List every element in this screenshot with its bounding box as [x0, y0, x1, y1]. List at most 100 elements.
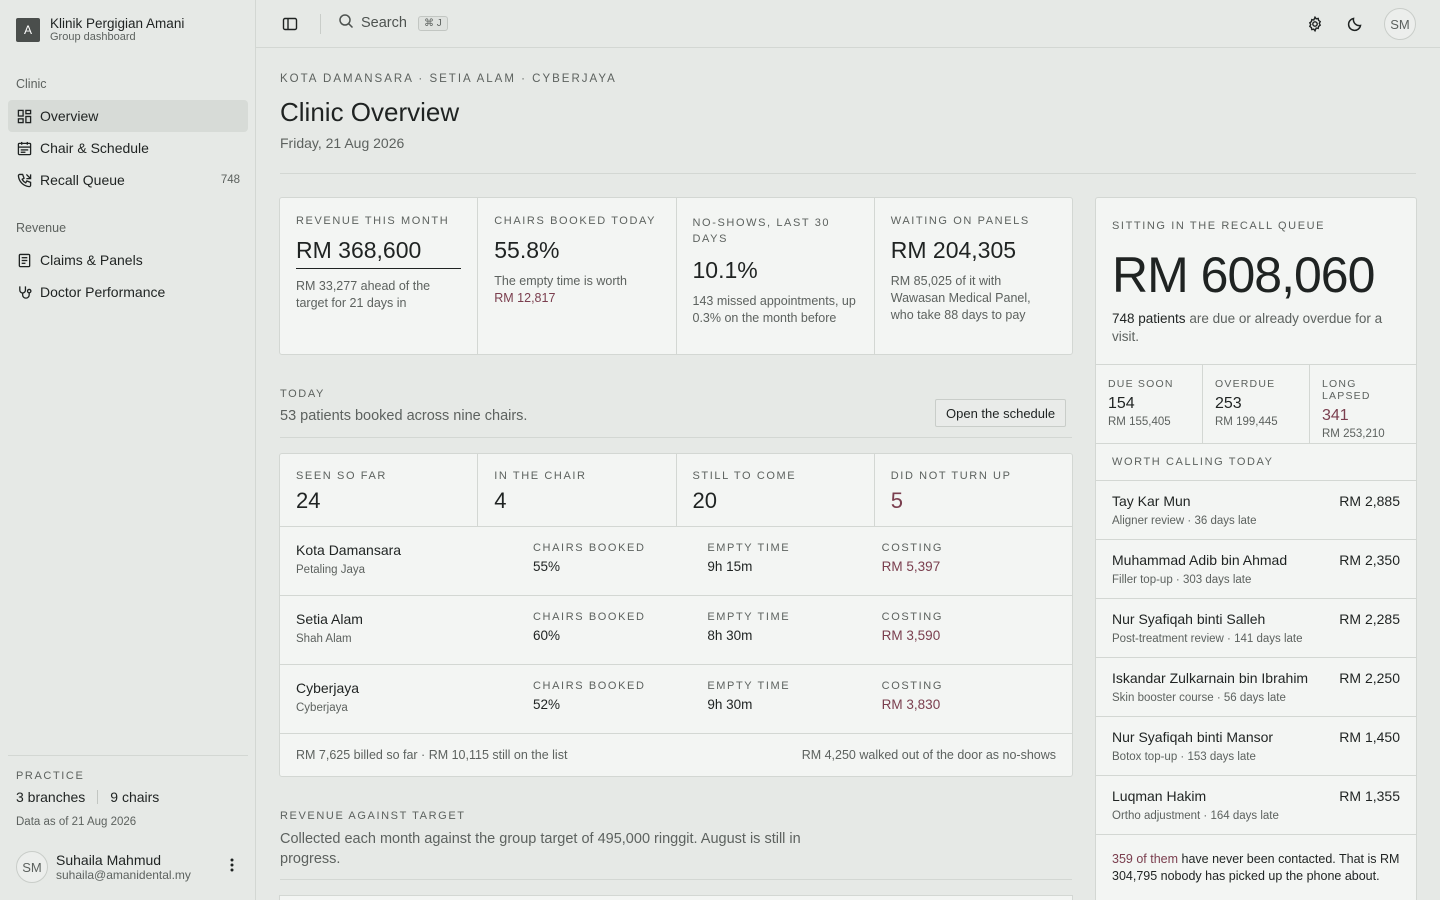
- bucket-count: 253: [1215, 395, 1242, 412]
- list-item[interactable]: Iskandar Zulkarnain bin Ibrahim RM 2,250 …: [1096, 658, 1416, 717]
- sidebar-item-chair-schedule[interactable]: Chair & Schedule: [8, 132, 248, 164]
- topbar: Search ⌘ J SM: [256, 0, 1440, 48]
- empty-time-value: 9h 15m: [707, 559, 753, 574]
- patient-name: Iskandar Zulkarnain bin Ibrahim: [1112, 670, 1309, 686]
- bucket-long-lapsed[interactable]: LONG LAPSED 341 RM 253,210: [1310, 365, 1416, 443]
- breadcrumb: KOTA DAMANSARA · SETIA ALAM · CYBERJAYA: [280, 73, 617, 85]
- kpi-note: The empty time is worth RM 12,817: [494, 273, 659, 307]
- nav-heading: Revenue: [16, 221, 67, 235]
- nav-section-clinic: Clinic Overview Chair & Schedule Recall …: [8, 74, 248, 196]
- kpi-value: 10.1%: [692, 257, 758, 283]
- patient-treatment: Post-treatment review: [1112, 633, 1224, 645]
- bucket-due-soon[interactable]: DUE SOON 154 RM 155,405: [1096, 365, 1203, 443]
- sidebar-item-claims-panels[interactable]: Claims & Panels: [8, 244, 248, 276]
- shortcut-hint: ⌘ J: [417, 15, 448, 31]
- patient-late: 36 days late: [1194, 515, 1257, 527]
- recall-description: 748 patients are due or already overdue …: [1112, 310, 1400, 346]
- patient-amount: RM 1,355: [1339, 788, 1400, 804]
- sidebar-item-doctor-performance[interactable]: Doctor Performance: [8, 276, 248, 308]
- stethoscope-icon: [16, 284, 32, 300]
- empty-time-value: 9h 30m: [707, 697, 753, 712]
- revenue-heading: REVENUE AGAINST TARGET: [280, 810, 466, 822]
- more-vertical-icon[interactable]: [224, 858, 240, 877]
- sidebar-item-label: Doctor Performance: [40, 284, 166, 300]
- branch-row[interactable]: Kota Damansara Petaling Jaya CHAIRS BOOK…: [280, 527, 1072, 596]
- sidebar-item-recall-queue[interactable]: Recall Queue 748: [8, 164, 248, 196]
- col-label: COSTING: [881, 680, 943, 692]
- list-item[interactable]: Tay Kar Mun RM 2,885 Aligner review · 36 …: [1096, 481, 1416, 540]
- col-label: CHAIRS BOOKED: [533, 611, 646, 623]
- list-item[interactable]: Nur Syafiqah binti Mansor RM 1,450 Botox …: [1096, 717, 1416, 776]
- open-schedule-button[interactable]: Open the schedule: [935, 399, 1067, 427]
- col-label: EMPTY TIME: [707, 680, 791, 692]
- kpi-value: RM 368,600: [296, 237, 462, 269]
- moon-icon[interactable]: [1344, 13, 1366, 35]
- branches-count: 3 branches: [16, 789, 86, 805]
- kpi-note: RM 33,277 ahead of the target for 21 day…: [296, 279, 431, 310]
- stat-value: 20: [692, 488, 717, 513]
- kpi-row: REVENUE THIS MONTH RM 368,600 RM 33,277 …: [279, 197, 1073, 355]
- list-item[interactable]: Nur Syafiqah binti Salleh RM 2,285 Post-t…: [1096, 599, 1416, 658]
- kpi-no-shows: NO-SHOWS, LAST 30 DAYS 10.1% 143 missed …: [677, 198, 875, 354]
- patient-name: Muhammad Adib bin Ahmad: [1112, 552, 1288, 568]
- recall-patients: 748 patients: [1112, 311, 1186, 326]
- nav-heading: Clinic: [16, 77, 47, 91]
- page-date: Friday, 21 Aug 2026: [280, 135, 405, 151]
- branch-name: Kota Damansara: [296, 542, 402, 558]
- patient-amount: RM 2,250: [1339, 670, 1400, 686]
- costing-value: RM 5,397: [881, 559, 941, 574]
- divider: [320, 14, 321, 34]
- branch-area: Shah Alam: [296, 633, 352, 645]
- brand-logo: A: [16, 18, 40, 42]
- list-item[interactable]: Muhammad Adib bin Ahmad RM 2,350 Filler t…: [1096, 540, 1416, 599]
- patient-name: Tay Kar Mun: [1112, 493, 1191, 509]
- no-show-summary: RM 4,250 walked out of the door as no-sh…: [801, 748, 1056, 762]
- never-contacted-count: 359 of them: [1112, 852, 1179, 866]
- search-button[interactable]: Search ⌘ J: [338, 13, 448, 33]
- stat-label: IN THE CHAIR: [494, 470, 587, 482]
- today-stats: SEEN SO FAR 24 IN THE CHAIR 4 STILL TO C…: [280, 454, 1072, 527]
- stat-value: 24: [296, 488, 321, 513]
- col-label: EMPTY TIME: [707, 611, 791, 623]
- list-item[interactable]: Luqman Hakim RM 1,355 Ortho adjustment · …: [1096, 776, 1416, 835]
- gear-icon[interactable]: [1304, 13, 1326, 35]
- stat-value: 4: [494, 488, 507, 513]
- stat-to-come: STILL TO COME 20: [677, 454, 875, 526]
- phone-icon: [16, 172, 32, 188]
- sidebar-item-overview[interactable]: Overview: [8, 100, 248, 132]
- kpi-note-text: The empty time is worth: [494, 274, 627, 288]
- patient-treatment: Aligner review: [1112, 515, 1185, 527]
- today-subtitle: 53 patients booked across nine chairs.: [280, 408, 528, 424]
- patient-name: Luqman Hakim: [1112, 788, 1207, 804]
- kpi-value: 55.8%: [494, 237, 560, 263]
- kpi-label: CHAIRS BOOKED TODAY: [494, 215, 657, 227]
- branch-row[interactable]: Cyberjaya Cyberjaya CHAIRS BOOKED 52% EMP…: [280, 665, 1072, 734]
- recall-panel: SITTING IN THE RECALL QUEUE RM 608,060 7…: [1095, 197, 1417, 900]
- bucket-amount: RM 155,405: [1108, 416, 1171, 428]
- chairs-booked-value: 52%: [533, 697, 561, 712]
- recall-buckets: DUE SOON 154 RM 155,405 OVERDUE 253 RM 1…: [1096, 364, 1416, 444]
- sidebar-item-label: Claims & Panels: [40, 252, 143, 268]
- bucket-count: 154: [1108, 395, 1135, 412]
- brand-name: Klinik Pergigian Amani: [50, 16, 185, 31]
- avatar[interactable]: SM: [1384, 8, 1416, 40]
- stat-no-show: DID NOT TURN UP 5: [875, 454, 1072, 526]
- sidebar: A Klinik Pergigian Amani Group dashboard…: [0, 0, 256, 900]
- col-label: CHAIRS BOOKED: [533, 542, 646, 554]
- patient-treatment: Ortho adjustment: [1112, 810, 1201, 822]
- user-profile[interactable]: SM Suhaila Mahmud suhaila@amanidental.my: [16, 851, 240, 883]
- patient-late: 153 days late: [1187, 751, 1256, 763]
- stat-label: SEEN SO FAR: [296, 470, 387, 482]
- branch-row[interactable]: Setia Alam Shah Alam CHAIRS BOOKED 60% EM…: [280, 596, 1072, 665]
- brand[interactable]: A Klinik Pergigian Amani Group dashboard: [16, 16, 184, 44]
- divider: [97, 790, 99, 804]
- bucket-overdue[interactable]: OVERDUE 253 RM 199,445: [1203, 365, 1310, 443]
- divider: [280, 173, 1416, 174]
- divider: [280, 437, 1072, 438]
- sidebar-item-label: Recall Queue: [40, 172, 125, 188]
- col-label: EMPTY TIME: [707, 542, 791, 554]
- sidebar-toggle-icon[interactable]: [282, 16, 298, 32]
- chairs-booked-value: 55%: [533, 559, 561, 574]
- patient-treatment: Filler top-up: [1112, 574, 1173, 586]
- practice-heading: PRACTICE: [16, 770, 85, 782]
